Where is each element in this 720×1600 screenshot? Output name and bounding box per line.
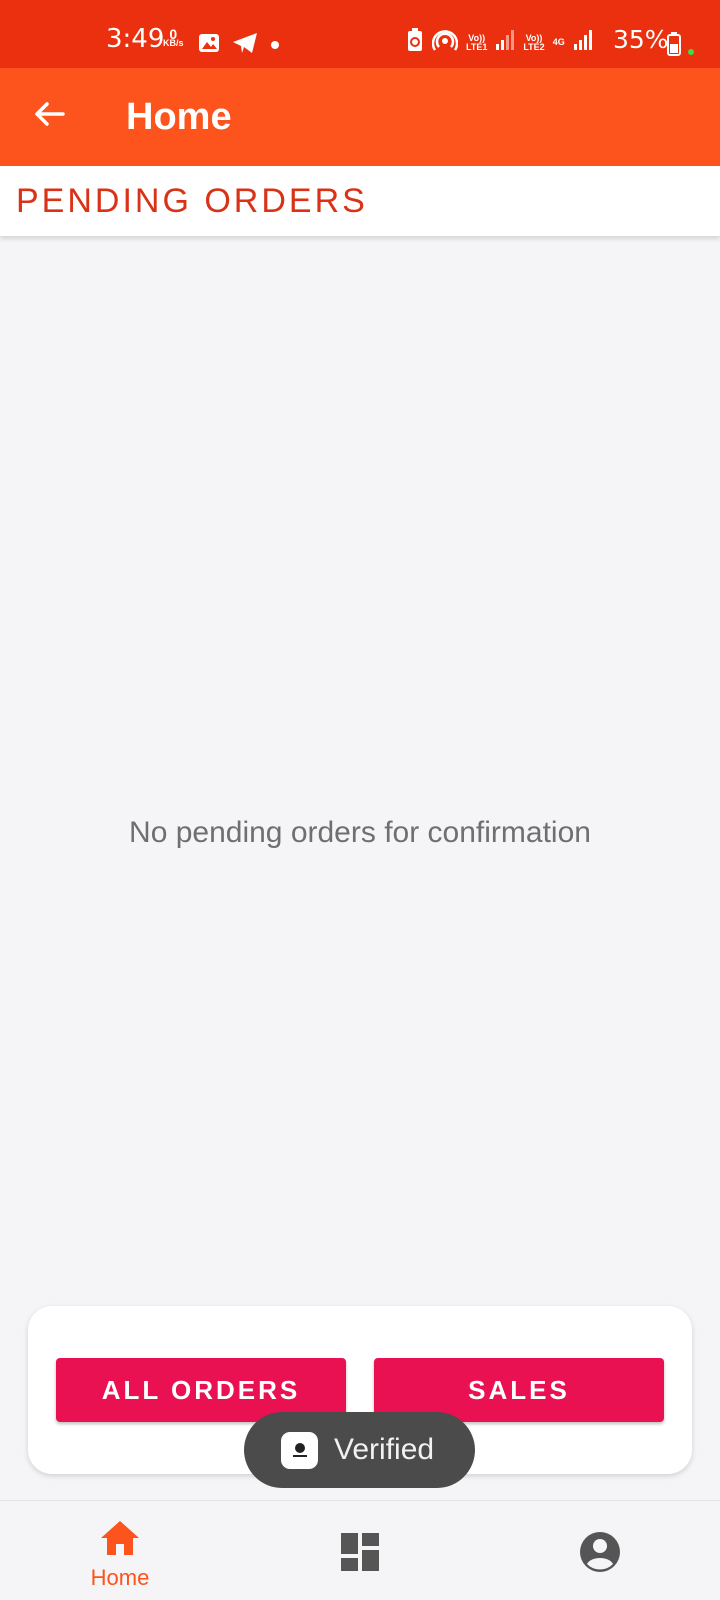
nav-profile[interactable] (480, 1501, 720, 1600)
back-button[interactable] (26, 93, 72, 139)
privacy-indicator-dot (688, 49, 694, 55)
page-title: Home (126, 96, 232, 138)
dashboard-icon (341, 1533, 379, 1576)
gallery-icon (198, 33, 220, 58)
sim2-lte-label: LTE2 (523, 41, 545, 52)
dot-icon (270, 37, 280, 55)
status-time: 3:49 (106, 24, 165, 54)
empty-state-message: No pending orders for confirmation (129, 816, 591, 849)
signal-icon (573, 29, 593, 56)
network-speed: 0 KB/s (163, 27, 184, 48)
app-bar: Home (0, 68, 720, 166)
home-icon (99, 1519, 141, 1562)
tab-pending-orders[interactable]: PENDING ORDERS (0, 166, 720, 236)
status-bar: 3:49 0 KB/s Vo)) LTE1 Vo)) LTE2 4G 35% (0, 0, 720, 68)
app-logo-icon (281, 1431, 318, 1469)
battery-icon (667, 32, 681, 61)
toast: Verified (244, 1412, 475, 1488)
sim1-lte-label: LTE1 (466, 41, 488, 52)
telegram-icon (232, 32, 258, 59)
signal-icon (495, 29, 515, 56)
arrow-back-icon (33, 100, 65, 133)
account-icon (579, 1531, 621, 1578)
nav-home-label: Home (90, 1565, 150, 1590)
sim1-label: Vo)) LTE1 (466, 33, 488, 52)
toast-text: Verified (334, 1433, 435, 1466)
battery-saver-icon (406, 28, 424, 57)
network-speed-unit: KB/s (163, 38, 184, 48)
bottom-nav: Home (0, 1500, 720, 1600)
network-type: 4G (552, 37, 565, 47)
tab-label: PENDING ORDERS (16, 182, 368, 220)
hotspot-icon (431, 28, 459, 57)
battery-percent: 35% (613, 25, 669, 54)
sim2-label: Vo)) LTE2 (523, 33, 545, 52)
nav-home[interactable]: Home (0, 1501, 240, 1600)
nav-dashboard[interactable] (240, 1501, 480, 1600)
